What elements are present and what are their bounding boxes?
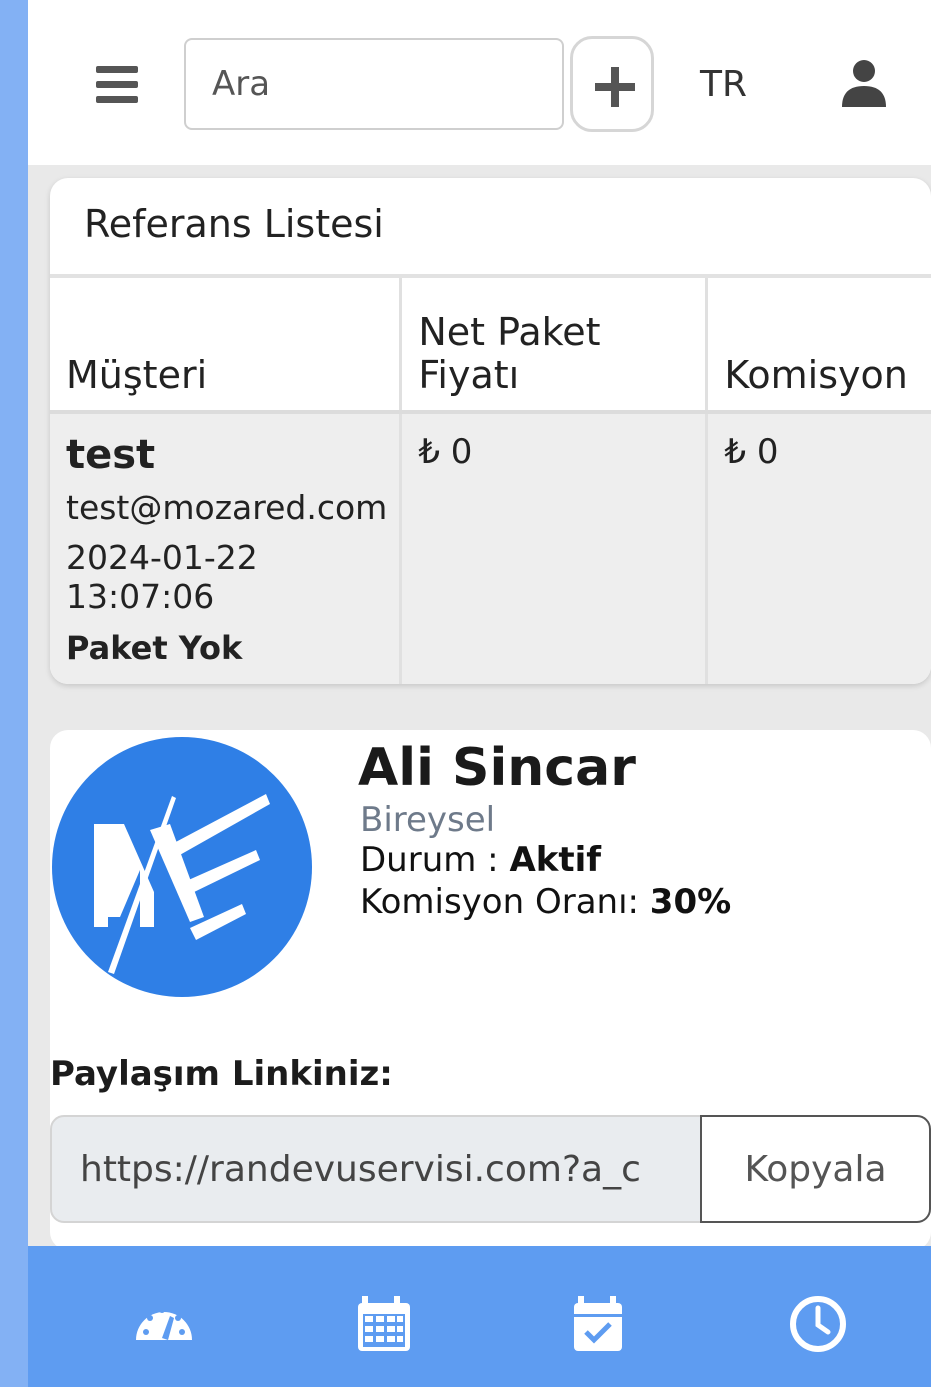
column-header-komisyon: Komisyon <box>724 353 908 398</box>
left-edge-strip <box>0 0 28 1387</box>
share-link-group: Kopyala <box>50 1115 931 1223</box>
card-title: Referans Listesi <box>84 202 384 246</box>
rate-value: 30% <box>649 882 732 922</box>
share-link-label: Paylaşım Linkiniz: <box>50 1054 393 1094</box>
customer-name: test <box>66 432 156 478</box>
add-button[interactable] <box>570 36 654 132</box>
search-input[interactable] <box>184 38 564 130</box>
bottom-nav <box>28 1246 931 1387</box>
column-header-musteri: Müşteri <box>50 278 403 412</box>
table-row: test test@mozared.com 2024-01-22 13:07:0… <box>50 412 931 684</box>
user-icon[interactable] <box>840 58 888 108</box>
app-viewport: TR Referans Listesi Müşteri Net Paket Fi… <box>28 0 931 1387</box>
profile-card: Ali Sincar Bireysel Durum : Aktif Komisy… <box>50 730 931 1250</box>
table-header: Müşteri Net Paket Fiyatı Komisyon <box>50 278 931 412</box>
plus-icon <box>595 67 635 107</box>
net-price-cell: ₺ 0 <box>400 412 709 684</box>
brand-logo <box>52 737 312 997</box>
status-label: Durum : <box>360 840 510 880</box>
customer-cell: test test@mozared.com 2024-01-22 13:07:0… <box>50 412 403 684</box>
profile-status: Durum : Aktif <box>360 840 601 880</box>
rate-label: Komisyon Oranı: <box>360 882 650 922</box>
customer-date-time: 13:07:06 <box>66 576 215 616</box>
copy-button[interactable]: Kopyala <box>700 1115 931 1223</box>
top-bar: TR <box>28 0 931 165</box>
column-header-net-paket-fiyati: Net Paket Fiyatı <box>400 278 709 412</box>
profile-type: Bireysel <box>360 800 496 840</box>
customer-date-day: 2024-01-22 <box>66 538 258 577</box>
customer-email: test@mozared.com <box>66 488 388 527</box>
referans-table: Müşteri Net Paket Fiyatı Komisyon test t… <box>50 278 931 684</box>
clock-icon[interactable] <box>786 1294 850 1354</box>
calendar-check-icon[interactable] <box>566 1294 630 1354</box>
profile-name: Ali Sincar <box>358 738 636 798</box>
menu-icon[interactable] <box>96 66 138 104</box>
share-link-input[interactable] <box>50 1115 702 1223</box>
profile-commission-rate: Komisyon Oranı: 30% <box>360 882 731 922</box>
dashboard-icon[interactable] <box>132 1294 196 1354</box>
customer-date: 2024-01-22 13:07:06 <box>66 538 387 617</box>
commission-cell: ₺ 0 <box>706 412 931 684</box>
referans-card: Referans Listesi Müşteri Net Paket Fiyat… <box>50 178 931 684</box>
calendar-icon[interactable] <box>352 1294 416 1354</box>
customer-package: Paket Yok <box>66 628 243 667</box>
language-switch[interactable]: TR <box>700 64 747 105</box>
status-value: Aktif <box>509 840 602 880</box>
